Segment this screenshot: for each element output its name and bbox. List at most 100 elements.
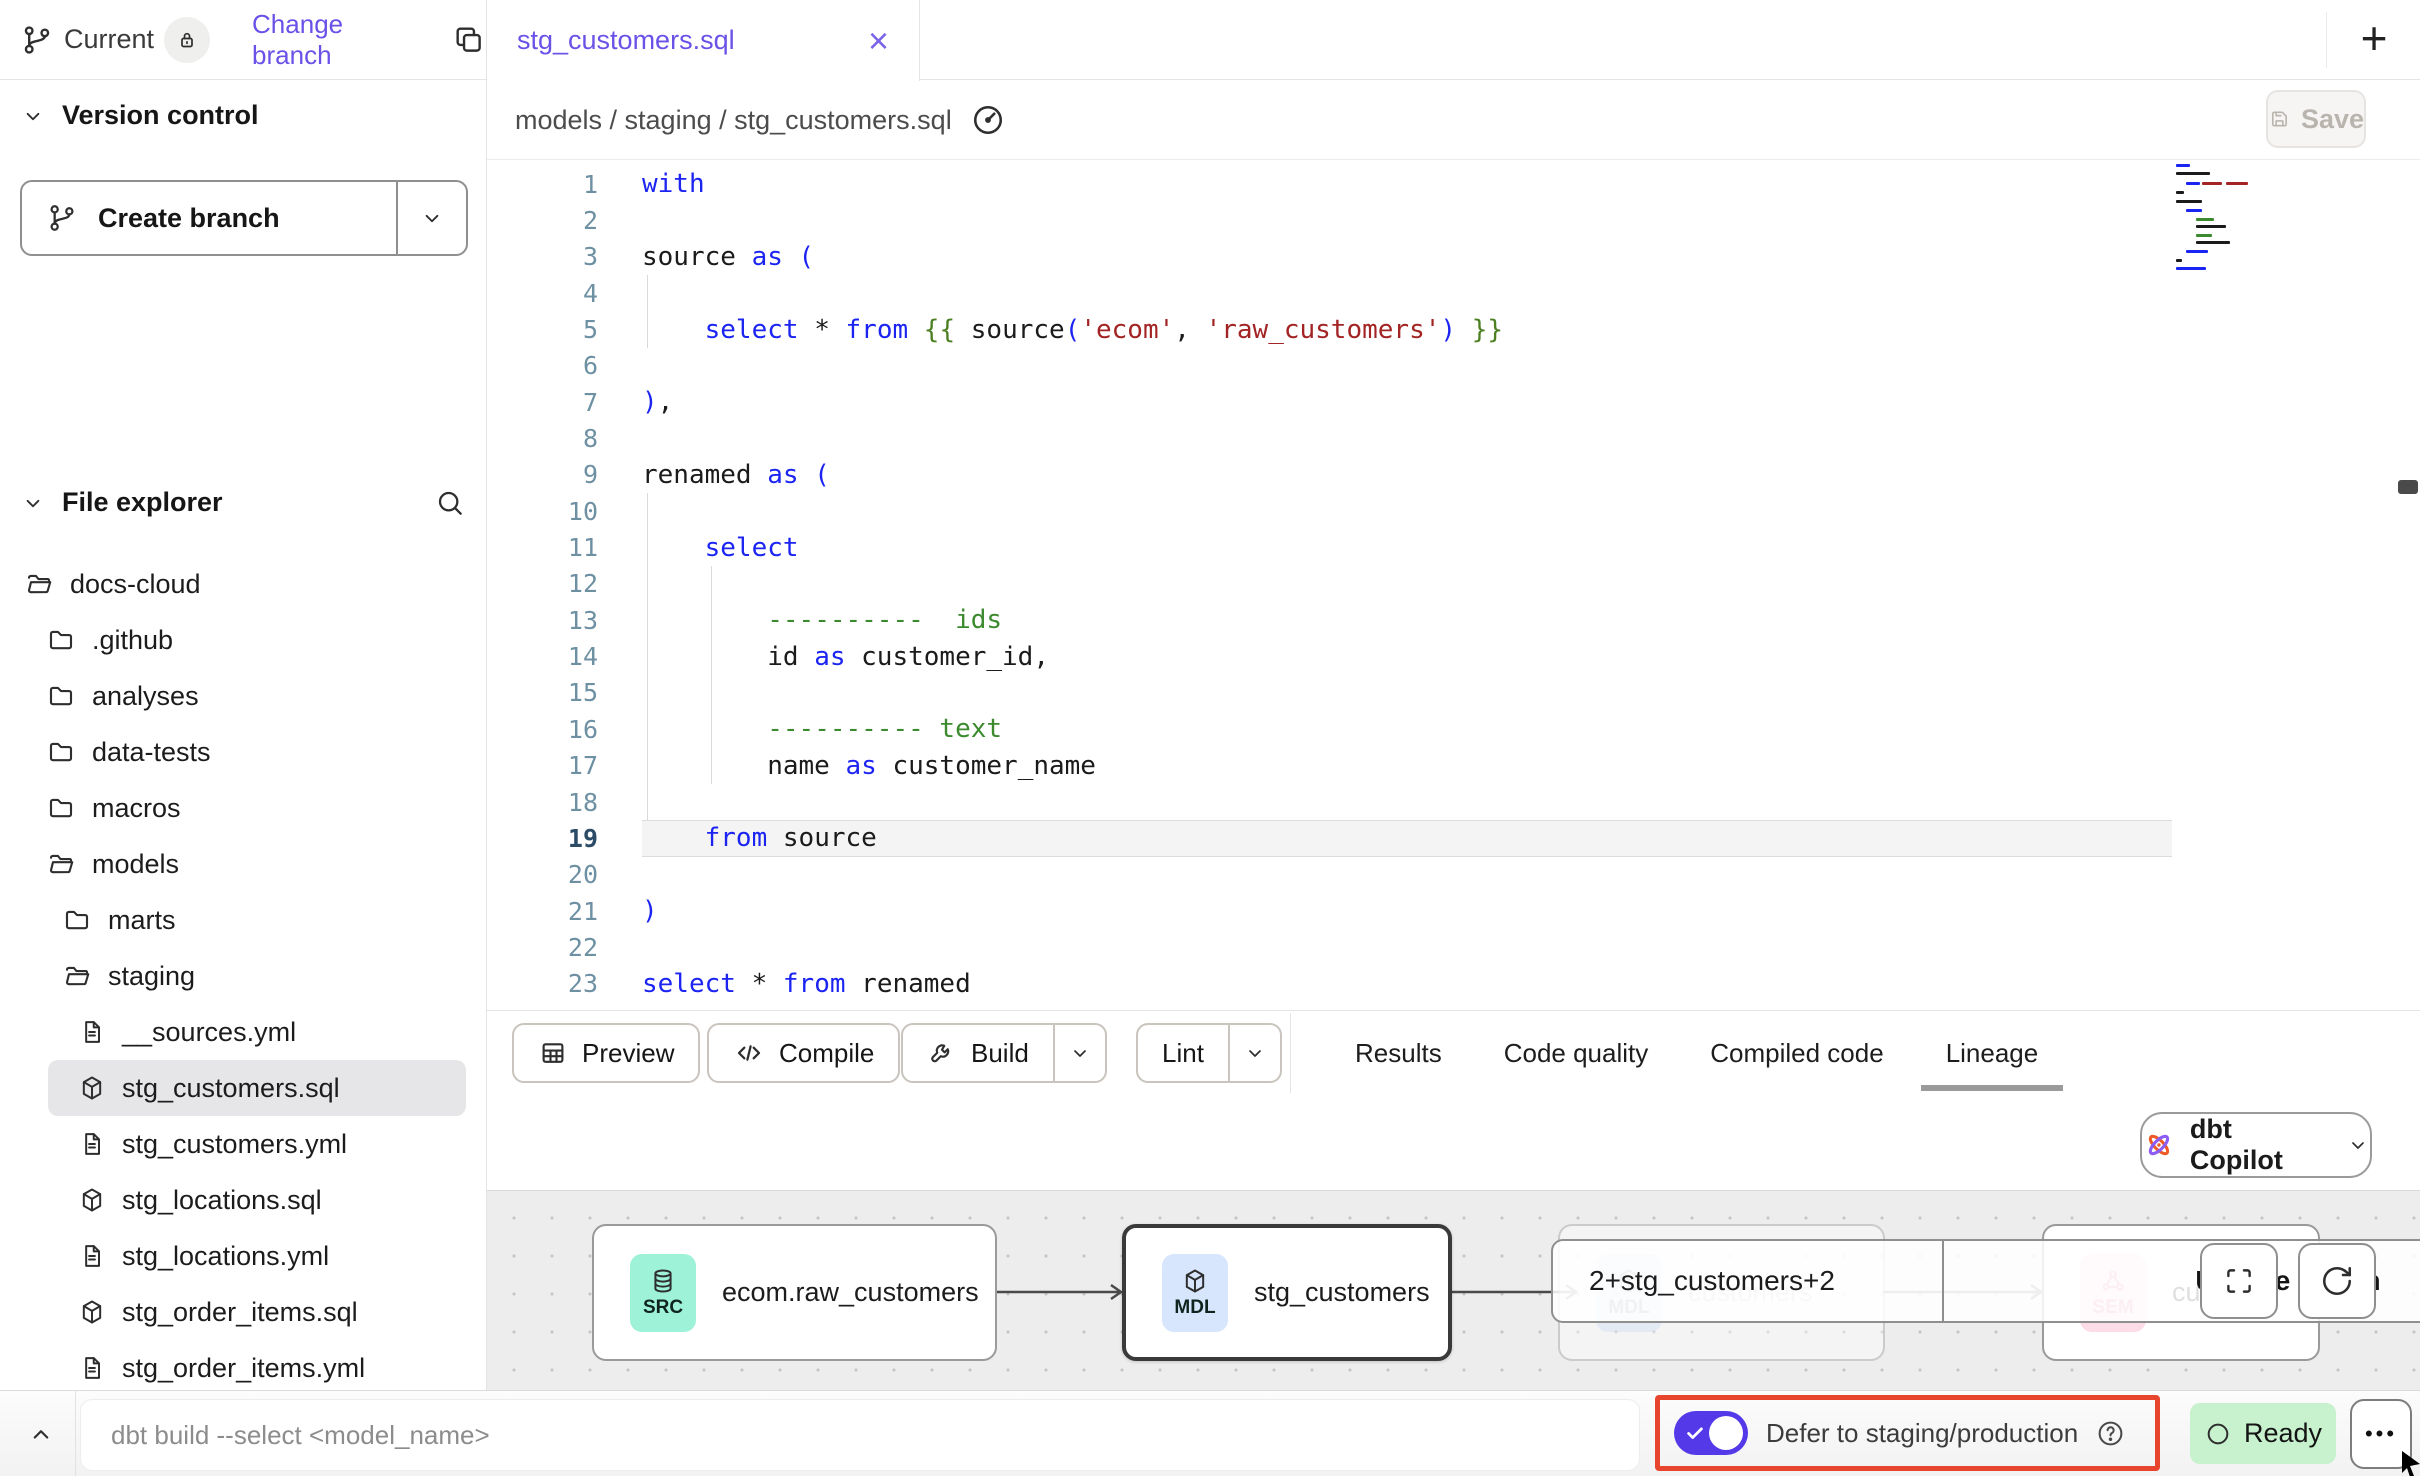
preview-label: Preview — [582, 1038, 674, 1069]
line-number: 6 — [487, 351, 598, 380]
build-dropdown[interactable] — [1053, 1025, 1105, 1081]
cube-icon — [1181, 1267, 1209, 1295]
fullscreen-icon — [2222, 1264, 2256, 1298]
file-tree-item-label: macros — [92, 793, 181, 824]
lineage-edge-arrow — [995, 1280, 1125, 1304]
line-number: 4 — [487, 279, 598, 308]
file-explorer-section-header[interactable]: File explorer — [20, 487, 223, 518]
dbt-copilot-logo-icon — [2142, 1128, 2176, 1162]
folder-open-icon — [46, 849, 76, 879]
file-tree-item[interactable]: stg_locations.sql — [0, 1172, 486, 1228]
line-number: 9 — [487, 460, 598, 489]
version-control-section-header[interactable]: Version control — [20, 100, 259, 131]
code-line: 19 from source — [487, 820, 2420, 856]
current-branch-button[interactable]: Current — [20, 17, 210, 63]
code-line: 11 select — [487, 529, 2420, 565]
save-icon — [2268, 104, 2291, 134]
close-tab-icon[interactable]: × — [868, 23, 889, 59]
code-line: 24 — [487, 1002, 2420, 1010]
file-tree-item[interactable]: macros — [0, 780, 486, 836]
build-button[interactable]: Build — [901, 1023, 1107, 1083]
search-icon[interactable] — [434, 487, 466, 519]
minimap[interactable] — [2176, 164, 2294, 272]
file-tree-item[interactable]: stg_order_items.yml — [0, 1340, 486, 1396]
file-tree-item[interactable]: data-tests — [0, 724, 486, 780]
tab-lineage[interactable]: Lineage — [1946, 1038, 2039, 1069]
line-number: 14 — [487, 642, 598, 671]
code-line: 8 — [487, 420, 2420, 456]
defer-label: Defer to staging/production — [1766, 1418, 2078, 1449]
current-branch-label: Current — [64, 24, 154, 55]
line-number: 3 — [487, 242, 598, 271]
lint-dropdown[interactable] — [1228, 1025, 1280, 1081]
copy-branch-icon[interactable] — [452, 23, 486, 57]
fullscreen-button[interactable] — [2200, 1243, 2278, 1319]
main-panel: stg_customers.sql × + models / staging /… — [487, 0, 2420, 1390]
file-tree-item[interactable]: models — [0, 836, 486, 892]
lineage-graph[interactable]: SRC ecom.raw_customers MDL stg_customers — [487, 1190, 2420, 1390]
dbt-copilot-button[interactable]: dbt Copilot — [2140, 1112, 2372, 1178]
version-control-title: Version control — [62, 100, 259, 131]
tab-compiled-code[interactable]: Compiled code — [1710, 1038, 1883, 1069]
lineage-node-source[interactable]: SRC ecom.raw_customers — [592, 1224, 997, 1361]
indent-guide — [647, 275, 648, 348]
file-tree-item[interactable]: .github — [0, 612, 486, 668]
indent-guide — [647, 493, 648, 820]
panel-tabs: Results Code quality Compiled code Linea… — [1355, 1011, 2038, 1096]
file-tree-item-label: data-tests — [92, 737, 211, 768]
chevron-down-icon — [1243, 1041, 1267, 1065]
help-icon[interactable] — [2096, 1419, 2125, 1448]
compile-label: Compile — [779, 1038, 874, 1069]
create-branch-dropdown[interactable] — [396, 182, 466, 254]
scrollbar-thumb[interactable] — [2398, 480, 2418, 494]
file-tree-item[interactable]: stg_locations.yml — [0, 1228, 486, 1284]
build-label: Build — [971, 1038, 1029, 1069]
file-tree-item[interactable]: stg_order_items.sql — [0, 1284, 486, 1340]
code-line: 21) — [487, 893, 2420, 929]
save-label: Save — [2301, 104, 2364, 135]
copilot-compass-icon[interactable] — [970, 102, 1006, 138]
statusbar-divider — [75, 1391, 76, 1476]
lint-label: Lint — [1162, 1038, 1204, 1069]
create-branch-button[interactable]: Create branch — [20, 180, 468, 256]
file-tree-item[interactable]: __sources.yml — [0, 1004, 486, 1060]
code-line: 7), — [487, 384, 2420, 420]
wrench-icon — [927, 1038, 957, 1068]
status-bar: Defer to staging/production Ready ••• — [0, 1390, 2420, 1476]
tab-stg-customers-sql[interactable]: stg_customers.sql × — [487, 0, 920, 81]
lint-button[interactable]: Lint — [1136, 1023, 1282, 1083]
file-icon — [78, 1354, 106, 1382]
line-number: 21 — [487, 897, 598, 926]
compile-button[interactable]: Compile — [707, 1023, 900, 1083]
new-tab-button[interactable]: + — [2346, 10, 2402, 66]
tabstrip-divider — [2326, 12, 2327, 68]
code-line: 15 — [487, 675, 2420, 711]
command-input[interactable] — [111, 1420, 1611, 1451]
tab-results[interactable]: Results — [1355, 1038, 1442, 1069]
lineage-node-stg-customers[interactable]: MDL stg_customers — [1122, 1224, 1452, 1361]
save-button[interactable]: Save — [2266, 90, 2366, 148]
code-line: 9renamed as ( — [487, 457, 2420, 493]
file-tree-item[interactable]: staging — [0, 948, 486, 1004]
lineage-selector-input[interactable]: 2+stg_customers+2 — [1553, 1241, 1942, 1321]
preview-button[interactable]: Preview — [512, 1023, 700, 1083]
collapse-panel-button[interactable] — [18, 1415, 64, 1455]
file-tree-item[interactable]: marts — [0, 892, 486, 948]
refresh-button[interactable] — [2298, 1243, 2376, 1319]
line-number: 18 — [487, 788, 598, 817]
code-editor[interactable]: 1with23source as (45 select * from {{ so… — [487, 160, 2420, 1010]
defer-toggle[interactable] — [1674, 1411, 1748, 1455]
file-tree-item[interactable]: analyses — [0, 668, 486, 724]
folder-open-icon — [62, 961, 92, 991]
code-line: 1with — [487, 166, 2420, 202]
folder-icon — [46, 793, 76, 823]
change-branch-link[interactable]: Change branch — [252, 9, 424, 71]
line-number: 23 — [487, 969, 598, 998]
tab-strip: stg_customers.sql × + — [487, 0, 2420, 80]
tab-code-quality[interactable]: Code quality — [1504, 1038, 1649, 1069]
line-number: 17 — [487, 751, 598, 780]
file-tree-item[interactable]: stg_customers.sql — [48, 1060, 466, 1116]
table-icon — [538, 1038, 568, 1068]
file-tree-item[interactable]: stg_customers.yml — [0, 1116, 486, 1172]
file-tree-item[interactable]: docs-cloud — [0, 556, 486, 612]
